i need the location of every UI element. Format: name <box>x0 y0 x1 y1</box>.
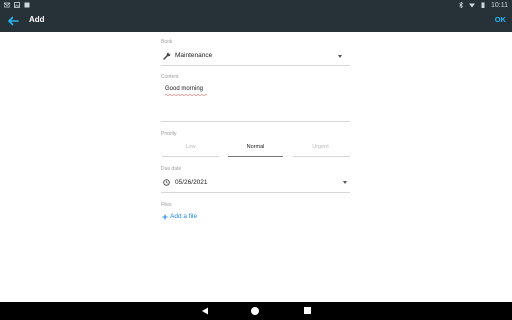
arrow-back-icon[interactable] <box>6 14 20 28</box>
priority-label: Priority <box>161 131 177 137</box>
priority-option-low[interactable]: Low <box>162 144 219 150</box>
photo-icon <box>14 2 20 8</box>
status-bar-right: 10:11 <box>458 1 508 9</box>
due-date-value: 05/26/2021 <box>175 179 208 186</box>
plus-icon <box>162 214 168 219</box>
priority-normal-underline <box>228 156 283 157</box>
page-title: Add <box>29 15 45 24</box>
book-value: Maintenance <box>175 52 213 59</box>
content-label: Content <box>161 74 179 80</box>
add-file-label: Add a file <box>170 213 198 220</box>
book-label: Book <box>161 39 173 45</box>
content-value: Good morning <box>165 86 204 92</box>
navigation-bar <box>0 302 512 320</box>
bluetooth-icon <box>459 2 463 8</box>
gmail-icon <box>4 2 10 8</box>
nav-recents-icon[interactable] <box>304 307 311 314</box>
nav-home-icon[interactable] <box>251 307 259 315</box>
due-date-underline <box>161 192 350 193</box>
chevron-down-icon <box>343 181 347 184</box>
files-label: Files <box>161 202 172 208</box>
status-bar-left <box>4 1 30 9</box>
content-underline <box>161 121 350 122</box>
app-bar: Add OK <box>0 10 512 32</box>
due-date-label: Due date <box>161 166 182 172</box>
priority-low-underline <box>162 156 219 157</box>
notification-icon <box>24 2 30 8</box>
wrench-icon <box>163 52 171 60</box>
chevron-down-icon <box>338 55 342 58</box>
priority-option-normal[interactable]: Normal <box>227 144 284 150</box>
priority-option-urgent[interactable]: Urgent <box>292 144 349 150</box>
wifi-icon <box>469 3 475 8</box>
add-file-button[interactable]: Add a file <box>162 213 197 220</box>
status-bar: 10:11 <box>0 0 512 10</box>
status-time: 10:11 <box>491 1 508 9</box>
battery-icon <box>481 2 485 8</box>
priority-urgent-underline <box>293 156 350 157</box>
nav-back-icon[interactable] <box>201 307 209 315</box>
ok-button[interactable]: OK <box>495 15 506 24</box>
clock-icon <box>163 179 170 186</box>
book-underline <box>161 65 350 66</box>
spellcheck-underline <box>165 94 207 96</box>
